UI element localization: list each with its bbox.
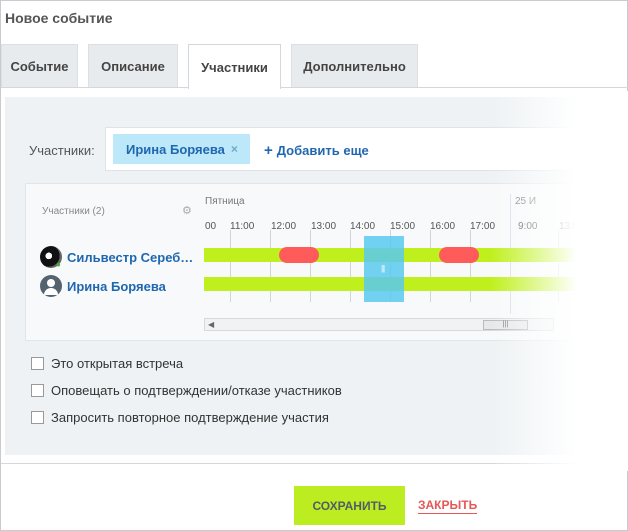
tab-additional[interactable]: Дополнительно — [291, 44, 418, 87]
online-status-icon: ● — [56, 260, 61, 269]
hour-label: 14:00 — [350, 221, 376, 232]
selected-time-range[interactable]: ||| — [364, 236, 404, 302]
attendee-tag-name: Ирина Боряева — [126, 141, 225, 157]
attendees-input[interactable]: Ирина Боряева × + Добавить еще — [105, 127, 625, 171]
hour-tick — [558, 230, 559, 302]
tab-divider — [1, 87, 628, 88]
checkbox[interactable] — [31, 411, 44, 424]
close-link[interactable]: ЗАКРЫТЬ — [418, 498, 478, 514]
attendee-tag: Ирина Боряева × — [113, 134, 250, 164]
scroll-left-icon[interactable]: ◀ — [208, 320, 214, 329]
add-more-label: Добавить еще — [276, 143, 369, 158]
option-label: Запросить повторное подтверждение участи… — [51, 410, 329, 425]
dialog-title: Новое событие — [5, 10, 113, 26]
busy-slot — [279, 247, 319, 263]
tab-bar: Событие Описание Участники Дополнительно — [1, 44, 628, 89]
hour-label: 13:00 — [559, 221, 585, 232]
drag-handle-icon[interactable]: ||| — [381, 264, 385, 273]
footer-divider — [1, 463, 628, 464]
planner-scrollbar[interactable]: ◀ ||| — [204, 318, 554, 331]
day-label-friday: Пятница — [205, 196, 245, 207]
option-label: Оповещать о подтверждении/отказе участни… — [51, 383, 342, 398]
event-dialog: Новое событие Событие Описание Участники… — [0, 0, 628, 531]
day-label-next: 25 И — [515, 196, 537, 207]
hour-tick — [270, 230, 271, 302]
planner-participants-count: Участники (2) — [42, 206, 105, 217]
hour-label: 12:00 — [271, 221, 297, 232]
busy-slot — [439, 247, 479, 263]
hour-label: 15: — [600, 221, 614, 232]
hour-tick — [350, 230, 351, 302]
attendees-label: Участники: — [29, 143, 95, 158]
option-open-meeting[interactable]: Это открытая встреча — [31, 356, 183, 371]
plus-icon: + — [264, 142, 273, 159]
option-request-reconfirmation[interactable]: Запросить повторное подтверждение участи… — [31, 410, 329, 425]
hour-tick — [310, 230, 311, 302]
hour-label: 16:00 — [430, 221, 456, 232]
save-button[interactable]: СОХРАНИТЬ — [294, 486, 405, 525]
hour-label: 11:00 — [230, 221, 255, 232]
hour-label: 15:00 — [390, 221, 416, 232]
tab-participants[interactable]: Участники — [188, 44, 281, 89]
checkbox[interactable] — [31, 384, 44, 397]
remove-attendee-icon[interactable]: × — [231, 142, 238, 156]
tab-description[interactable]: Описание — [88, 44, 178, 87]
hour-label: 00 — [205, 221, 217, 232]
default-avatar-icon — [40, 275, 62, 297]
gear-icon[interactable]: ⚙ — [182, 204, 192, 217]
free-time-bar — [204, 277, 624, 291]
hour-tick — [470, 230, 471, 302]
avatar: ● — [40, 246, 62, 269]
free-time-bar — [204, 248, 624, 262]
option-label: Это открытая встреча — [51, 356, 184, 371]
availability-planner: Участники (2) ⚙ Пятница 25 И 00 11:00 12… — [25, 183, 625, 341]
hour-label: 9:00 — [518, 221, 538, 232]
tab-event[interactable]: Событие — [1, 44, 78, 87]
scrollbar-thumb[interactable]: ||| — [483, 320, 528, 330]
planner-person-row[interactable]: ● Сильвестр Сереб… — [40, 246, 194, 269]
hour-tick — [598, 230, 599, 302]
planner-person-row[interactable]: Ирина Боряева — [40, 275, 166, 297]
hour-tick — [230, 230, 231, 302]
option-notify-confirmations[interactable]: Оповещать о подтверждении/отказе участни… — [31, 383, 342, 398]
planner-person-name: Сильвестр Сереб… — [67, 249, 194, 265]
checkbox[interactable] — [31, 357, 44, 370]
hour-label: 13:00 — [311, 221, 337, 232]
hour-tick — [430, 230, 431, 302]
hour-label: 17:00 — [470, 221, 496, 232]
planner-person-name: Ирина Боряева — [67, 278, 166, 294]
add-more-link[interactable]: + Добавить еще — [264, 142, 369, 159]
